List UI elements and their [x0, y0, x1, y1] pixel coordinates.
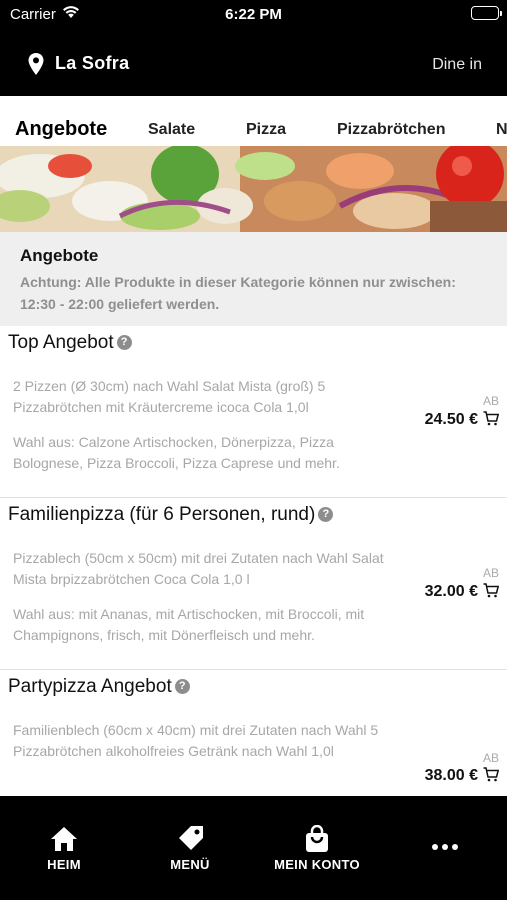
price-prefix: AB [482, 751, 499, 765]
category-note: Achtung: Alle Produkte in dieser Kategor… [20, 274, 456, 312]
product-item[interactable]: Familienpizza (für 6 Personen, rund)? Pi… [0, 498, 507, 670]
nav-home[interactable]: HEIM [14, 796, 114, 900]
nav-label: MEIN KONTO [274, 857, 360, 872]
product-item[interactable]: Top Angebot? 2 Pizzen (Ø 30cm) nach Wahl… [0, 326, 507, 498]
tag-icon [140, 825, 240, 853]
nav-more[interactable] [400, 796, 490, 900]
home-icon [14, 825, 114, 853]
price-prefix: AB [482, 394, 499, 408]
cart-icon[interactable] [483, 767, 500, 787]
product-options: Wahl aus: Calzone Artischocken, Dönerpiz… [13, 434, 340, 471]
tab-angebote[interactable]: Angebote [15, 118, 107, 141]
nav-menu[interactable]: MENÜ [140, 796, 240, 900]
tab-pizza[interactable]: Pizza [246, 121, 286, 139]
product-price[interactable]: 38.00 € [425, 767, 500, 787]
product-options: Wahl aus: mit Ananas, mit Artischocken, … [13, 606, 365, 643]
product-description: Pizzablech (50cm x 50cm) mit drei Zutate… [13, 550, 384, 587]
app-header: La Sofra Dine in [0, 34, 507, 96]
product-description: 2 Pizzen (Ø 30cm) nach Wahl Salat Mista … [13, 378, 326, 415]
bottom-nav: HEIM MENÜ MEIN KONTO [0, 796, 507, 900]
help-icon[interactable]: ? [174, 679, 190, 694]
cart-icon[interactable] [483, 411, 500, 431]
tab-next-category[interactable]: N [496, 121, 507, 139]
location-pin-icon[interactable] [27, 52, 45, 81]
nav-account[interactable]: MEIN KONTO [262, 796, 372, 900]
nav-label: HEIM [47, 857, 81, 872]
product-description: Familienblech (60cm x 40cm) mit drei Zut… [13, 722, 379, 759]
category-title: Angebote [20, 246, 99, 265]
category-banner-image [0, 146, 507, 232]
nav-label: MENÜ [170, 857, 210, 872]
product-title: Familienpizza (für 6 Personen, rund)? [8, 504, 334, 526]
product-item[interactable]: Partypizza Angebot? Familienblech (60cm … [0, 670, 507, 796]
product-price[interactable]: 24.50 € [425, 411, 500, 431]
battery-icon [471, 6, 502, 20]
tab-pizzabroetchen[interactable]: Pizzabrötchen [337, 121, 445, 139]
tab-salate[interactable]: Salate [148, 121, 195, 139]
product-price[interactable]: 32.00 € [425, 583, 500, 603]
service-mode-button[interactable]: Dine in [432, 56, 482, 74]
help-icon[interactable]: ? [116, 335, 132, 350]
cart-icon[interactable] [483, 583, 500, 603]
bag-icon [262, 825, 372, 853]
help-icon[interactable]: ? [318, 507, 334, 522]
price-prefix: AB [482, 566, 499, 580]
store-name[interactable]: La Sofra [55, 53, 129, 74]
status-bar: Carrier 6:22 PM [0, 0, 507, 34]
category-info: Angebote Achtung: Alle Produkte in diese… [0, 232, 507, 326]
category-tabs: Angebote Salate Pizza Pizzabrötchen N [0, 96, 507, 146]
product-title: Top Angebot? [8, 332, 132, 354]
clock: 6:22 PM [225, 6, 282, 23]
more-icon [400, 843, 490, 851]
product-title: Partypizza Angebot? [8, 676, 190, 698]
